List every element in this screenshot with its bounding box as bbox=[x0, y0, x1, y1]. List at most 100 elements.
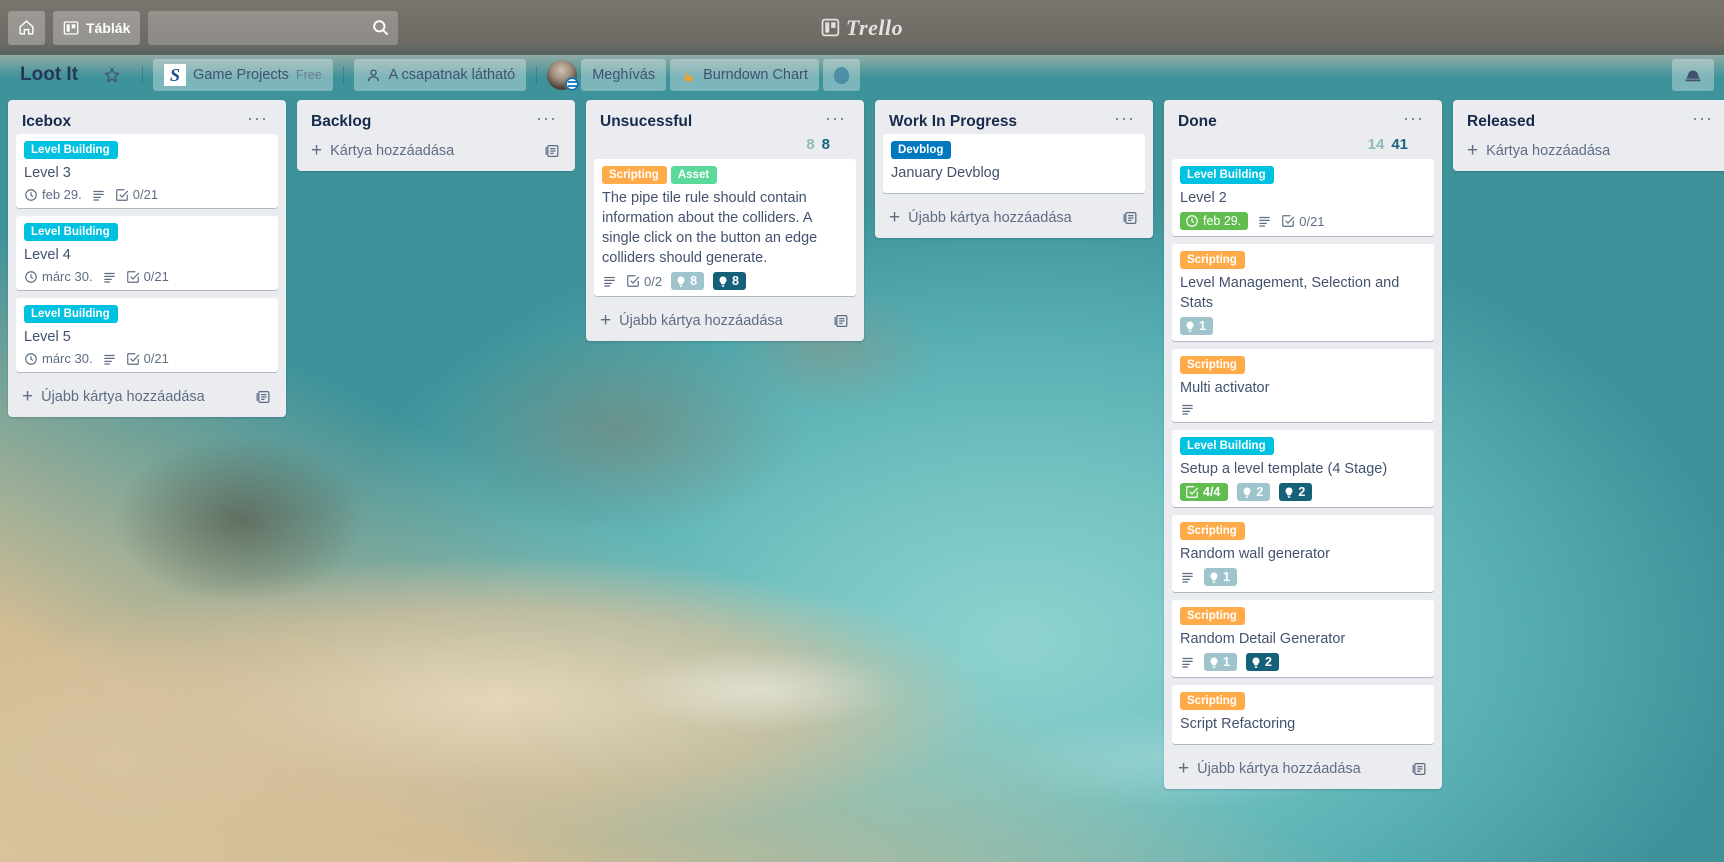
card-label[interactable]: Level Building bbox=[1180, 437, 1274, 455]
list-cards[interactable]: Scripting Asset The pipe tile rule should … bbox=[594, 159, 856, 306]
board-list: Backlog ··· + Kártya hozzáadása bbox=[297, 100, 575, 171]
card-template-icon[interactable] bbox=[544, 143, 561, 159]
card-label[interactable]: Level Building bbox=[24, 223, 118, 241]
add-card-button[interactable]: + Újabb kártya hozzáadása bbox=[1178, 759, 1361, 778]
list-actions-menu-icon[interactable]: ··· bbox=[243, 109, 272, 127]
card-label[interactable]: Scripting bbox=[1180, 522, 1245, 540]
card-label[interactable]: Scripting bbox=[1180, 356, 1245, 374]
board-title[interactable]: Loot It bbox=[10, 60, 88, 90]
list-actions-menu-icon[interactable]: ··· bbox=[1110, 109, 1139, 127]
card-due-date-badge[interactable]: márc 30. bbox=[24, 269, 93, 284]
workspace-logo-icon: S bbox=[164, 64, 187, 86]
visibility-button[interactable]: A csapatnak látható bbox=[353, 59, 527, 91]
card-label[interactable]: Scripting bbox=[1180, 692, 1245, 710]
card-points-estimate-badge[interactable]: 8 bbox=[671, 272, 705, 290]
workspace-button[interactable]: S Game Projects Free bbox=[153, 59, 333, 91]
board-card[interactable]: Level Building Level 4 márc 30. 0/21 bbox=[16, 216, 278, 290]
card-template-icon[interactable] bbox=[255, 389, 272, 405]
list-cards[interactable]: Level Building Level 3 feb 29. 0/21 Level Bu… bbox=[16, 134, 278, 382]
card-label[interactable]: Level Building bbox=[24, 141, 118, 159]
card-checklist-badge: 0/2 bbox=[626, 274, 662, 289]
card-due-date-badge[interactable]: márc 30. bbox=[24, 351, 93, 366]
card-points-spent-badge[interactable]: 8 bbox=[713, 272, 746, 290]
card-template-icon[interactable] bbox=[833, 313, 850, 329]
board-card[interactable]: Devblog January Devblog bbox=[883, 134, 1145, 193]
card-label[interactable]: Scripting bbox=[1180, 251, 1245, 269]
add-card-button[interactable]: + Újabb kártya hozzáadása bbox=[22, 387, 205, 406]
add-card-button[interactable]: + Kártya hozzáadása bbox=[1467, 141, 1611, 160]
list-header: Icebox ··· bbox=[16, 108, 278, 134]
list-points-estimated: 14 bbox=[1367, 136, 1385, 153]
board-card[interactable]: Scripting Level Management, Selection and… bbox=[1172, 244, 1434, 341]
list-title[interactable]: Work In Progress bbox=[889, 112, 1017, 132]
card-due-date-badge[interactable]: feb 29. bbox=[24, 187, 82, 202]
card-template-icon[interactable] bbox=[1411, 761, 1428, 777]
card-label[interactable]: Asset bbox=[670, 166, 718, 184]
card-title: Multi activator bbox=[1180, 380, 1270, 396]
card-template-icon[interactable] bbox=[1122, 210, 1139, 226]
card-labels: Scripting bbox=[1180, 522, 1426, 540]
card-label[interactable]: Level Building bbox=[1180, 166, 1274, 184]
list-title[interactable]: Backlog bbox=[311, 112, 371, 132]
list-actions-menu-icon[interactable]: ··· bbox=[532, 109, 561, 127]
card-label[interactable]: Scripting bbox=[602, 166, 667, 184]
list-header: Work In Progress ··· bbox=[883, 108, 1145, 134]
board-card[interactable]: Scripting Asset The pipe tile rule should … bbox=[594, 159, 856, 296]
add-card-button[interactable]: + Újabb kártya hozzáadása bbox=[889, 208, 1072, 227]
card-labels: Scripting bbox=[1180, 356, 1426, 374]
list-title[interactable]: Unsucessful bbox=[600, 112, 692, 132]
search-icon[interactable] bbox=[371, 18, 390, 37]
card-description-icon bbox=[102, 270, 117, 284]
card-labels: Level Building bbox=[24, 305, 270, 323]
card-points-estimate-badge[interactable]: 2 bbox=[1237, 483, 1271, 501]
card-points-estimate-badge[interactable]: 1 bbox=[1204, 653, 1237, 671]
invite-button[interactable]: Meghívás bbox=[581, 59, 667, 91]
list-cards[interactable]: Level Building Level 2 feb 29. 0/21 Scriptin… bbox=[1172, 159, 1434, 754]
card-due-date-badge[interactable]: feb 29. bbox=[1180, 212, 1249, 230]
board-card[interactable]: Scripting Script Refactoring bbox=[1172, 685, 1434, 744]
home-button[interactable] bbox=[8, 10, 45, 45]
list-points-summary: 88 bbox=[594, 134, 856, 159]
board-card[interactable]: Scripting Multi activator bbox=[1172, 349, 1434, 422]
extra-powerup-button[interactable] bbox=[822, 59, 860, 91]
card-badges: feb 29. 0/21 bbox=[1180, 212, 1426, 230]
search-box[interactable] bbox=[148, 10, 399, 45]
card-description-icon bbox=[1257, 214, 1272, 228]
board-card[interactable]: Level Building Level 5 márc 30. 0/21 bbox=[16, 298, 278, 372]
boards-icon bbox=[63, 20, 79, 36]
trello-brand-logo[interactable]: Trello bbox=[821, 15, 903, 41]
card-points-estimate-badge[interactable]: 1 bbox=[1180, 317, 1213, 335]
search-input[interactable] bbox=[148, 10, 399, 45]
card-points-spent-badge[interactable]: 2 bbox=[1279, 483, 1313, 501]
list-cards[interactable]: Devblog January Devblog bbox=[883, 134, 1145, 203]
card-label[interactable]: Devblog bbox=[891, 141, 952, 159]
list-actions-menu-icon[interactable]: ··· bbox=[1688, 109, 1717, 127]
card-points-estimate-badge[interactable]: 1 bbox=[1204, 568, 1237, 586]
card-label[interactable]: Level Building bbox=[24, 305, 118, 323]
list-title[interactable]: Done bbox=[1178, 112, 1217, 132]
card-label[interactable]: Scripting bbox=[1180, 607, 1245, 625]
member-avatar[interactable] bbox=[547, 60, 580, 91]
board-card[interactable]: Scripting Random Detail Generator 1 2 bbox=[1172, 600, 1434, 677]
list-actions-menu-icon[interactable]: ··· bbox=[821, 109, 850, 127]
add-card-button[interactable]: + Kártya hozzáadása bbox=[311, 141, 454, 160]
plan-badge: Free bbox=[295, 68, 322, 82]
board-menu-button[interactable] bbox=[1672, 59, 1714, 91]
plus-icon: + bbox=[600, 310, 612, 331]
list-title[interactable]: Icebox bbox=[22, 112, 71, 132]
burndown-chart-powerup-button[interactable]: Burndown Chart bbox=[670, 59, 819, 91]
board-card[interactable]: Level Building Setup a level template (4 … bbox=[1172, 430, 1434, 507]
boards-button[interactable]: Táblák bbox=[53, 10, 141, 45]
card-points-spent-badge[interactable]: 2 bbox=[1245, 653, 1279, 671]
board-card[interactable]: Level Building Level 3 feb 29. 0/21 bbox=[16, 134, 278, 208]
list-title[interactable]: Released bbox=[1467, 112, 1535, 132]
board-card[interactable]: Level Building Level 2 feb 29. 0/21 bbox=[1172, 159, 1434, 236]
star-board-button[interactable] bbox=[92, 59, 132, 91]
card-badges: márc 30. 0/21 bbox=[24, 269, 270, 284]
board-card[interactable]: Scripting Random wall generator 1 bbox=[1172, 515, 1434, 592]
list-actions-menu-icon[interactable]: ··· bbox=[1399, 109, 1428, 127]
board-list: Icebox ··· Level Building Level 3 feb 29. 0/2… bbox=[8, 100, 286, 417]
card-labels: Scripting bbox=[1180, 692, 1426, 710]
add-card-button[interactable]: + Újabb kártya hozzáadása bbox=[600, 310, 783, 331]
add-card-label: Kártya hozzáadása bbox=[1486, 143, 1611, 159]
